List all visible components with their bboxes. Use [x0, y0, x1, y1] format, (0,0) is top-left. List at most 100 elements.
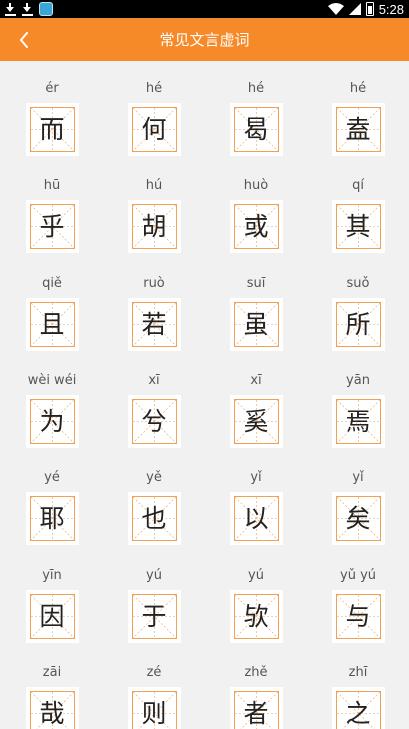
character-box[interactable]: 焉: [331, 394, 385, 448]
pinyin-label: yǐ: [250, 470, 262, 486]
character: 也: [141, 504, 167, 534]
word-card[interactable]: yǔ yú 与: [307, 548, 409, 645]
tian-zi-grid: 且: [29, 301, 75, 347]
character: 则: [141, 698, 167, 728]
pinyin-label: ruò: [143, 275, 165, 291]
character-box[interactable]: 为: [25, 394, 79, 448]
word-card[interactable]: hú 胡: [103, 158, 205, 255]
pinyin-label: hū: [43, 178, 61, 194]
character-box[interactable]: 也: [127, 492, 181, 546]
character: 于: [141, 601, 167, 631]
character-box[interactable]: 欤: [229, 589, 283, 643]
tian-zi-grid: 何: [131, 107, 177, 152]
tian-zi-grid: 焉: [335, 398, 381, 444]
word-card[interactable]: wèi wéi 为: [1, 353, 103, 450]
word-card[interactable]: xī 奚: [205, 353, 307, 450]
tian-zi-grid: 盍: [335, 107, 381, 152]
word-card[interactable]: yǐ 以: [205, 450, 307, 547]
character-box[interactable]: 胡: [127, 200, 181, 254]
word-card[interactable]: suǒ 所: [307, 256, 409, 353]
word-card[interactable]: zé 则: [103, 645, 205, 729]
pinyin-label: suǒ: [346, 275, 370, 291]
word-card[interactable]: yú 欤: [205, 548, 307, 645]
character-box[interactable]: 则: [127, 686, 181, 729]
pinyin-label: yǐ: [352, 470, 364, 486]
character-box[interactable]: 且: [25, 297, 79, 351]
pinyin-label: zhě: [244, 664, 268, 680]
word-card[interactable]: hū 乎: [1, 158, 103, 255]
character-box[interactable]: 何: [127, 103, 181, 156]
pinyin-label: yé: [44, 470, 60, 486]
signal-icon: [348, 3, 361, 15]
battery-icon: [365, 2, 374, 16]
pinyin-label: yīn: [42, 567, 62, 583]
character-box[interactable]: 以: [229, 492, 283, 546]
tian-zi-grid: 兮: [131, 398, 177, 444]
word-card[interactable]: suī 虽: [205, 256, 307, 353]
tian-zi-grid: 之: [335, 690, 381, 729]
character-box[interactable]: 其: [331, 200, 385, 254]
pinyin-label: yǔ yú: [340, 567, 376, 583]
back-button[interactable]: [6, 18, 42, 61]
character-box[interactable]: 于: [127, 589, 181, 643]
character-box[interactable]: 之: [331, 686, 385, 729]
pinyin-label: hé: [145, 81, 163, 96]
character: 或: [243, 212, 269, 242]
word-card[interactable]: hé 曷: [205, 61, 307, 158]
word-card[interactable]: hé 盍: [307, 61, 409, 158]
word-card[interactable]: yān 焉: [307, 353, 409, 450]
word-card[interactable]: zhě 者: [205, 645, 307, 729]
word-card[interactable]: zhī 之: [307, 645, 409, 729]
character: 何: [141, 115, 167, 144]
word-card[interactable]: yé 耶: [1, 450, 103, 547]
word-card[interactable]: huò 或: [205, 158, 307, 255]
tian-zi-grid: 哉: [29, 690, 75, 729]
character: 而: [39, 115, 65, 144]
character: 哉: [39, 698, 65, 728]
word-card[interactable]: qí 其: [307, 158, 409, 255]
tian-zi-grid: 欤: [233, 593, 279, 639]
word-card[interactable]: ruò 若: [103, 256, 205, 353]
pinyin-label: ér: [45, 81, 59, 96]
pinyin-label: xī: [250, 372, 262, 388]
word-card[interactable]: yě 也: [103, 450, 205, 547]
tian-zi-grid: 乎: [29, 204, 75, 250]
character-box[interactable]: 所: [331, 297, 385, 351]
word-card[interactable]: xī 兮: [103, 353, 205, 450]
character-box[interactable]: 者: [229, 686, 283, 729]
character-box[interactable]: 而: [25, 103, 79, 156]
word-card[interactable]: yú 于: [103, 548, 205, 645]
pinyin-label: huò: [243, 178, 269, 194]
clock: 5:28: [378, 1, 404, 17]
word-card[interactable]: yīn 因: [1, 548, 103, 645]
pinyin-label: hé: [349, 81, 367, 96]
character-box[interactable]: 兮: [127, 394, 181, 448]
pinyin-label: zāi: [42, 664, 62, 680]
character-box[interactable]: 虽: [229, 297, 283, 351]
pinyin-label: qí: [352, 178, 364, 194]
word-grid: ér 而 hé 何 hé 曷 hé 盍 hū 乎 hú 胡 huò 或 qí 其 qiě 且 ruò 若 suī 虽 suǒ…: [0, 61, 409, 729]
word-card[interactable]: qiě 且: [1, 256, 103, 353]
chevron-left-icon: [19, 31, 28, 48]
character-box[interactable]: 与: [331, 589, 385, 643]
character-box[interactable]: 曷: [229, 103, 283, 156]
character-box[interactable]: 哉: [25, 686, 79, 729]
character-box[interactable]: 盍: [331, 103, 385, 156]
pinyin-label: yān: [346, 372, 370, 388]
word-card[interactable]: zāi 哉: [1, 645, 103, 729]
character-box[interactable]: 因: [25, 589, 79, 643]
pinyin-label: zhī: [348, 664, 368, 680]
word-card[interactable]: yǐ 矣: [307, 450, 409, 547]
character: 虽: [243, 309, 269, 339]
tian-zi-grid: 因: [29, 593, 75, 639]
word-card[interactable]: ér 而: [1, 61, 103, 158]
character-box[interactable]: 若: [127, 297, 181, 351]
word-card[interactable]: hé 何: [103, 61, 205, 158]
tian-zi-grid: 也: [131, 496, 177, 542]
character-box[interactable]: 或: [229, 200, 283, 254]
character-box[interactable]: 奚: [229, 394, 283, 448]
character-box[interactable]: 矣: [331, 492, 385, 546]
character-box[interactable]: 耶: [25, 492, 79, 546]
character-box[interactable]: 乎: [25, 200, 79, 254]
tian-zi-grid: 则: [131, 690, 177, 729]
